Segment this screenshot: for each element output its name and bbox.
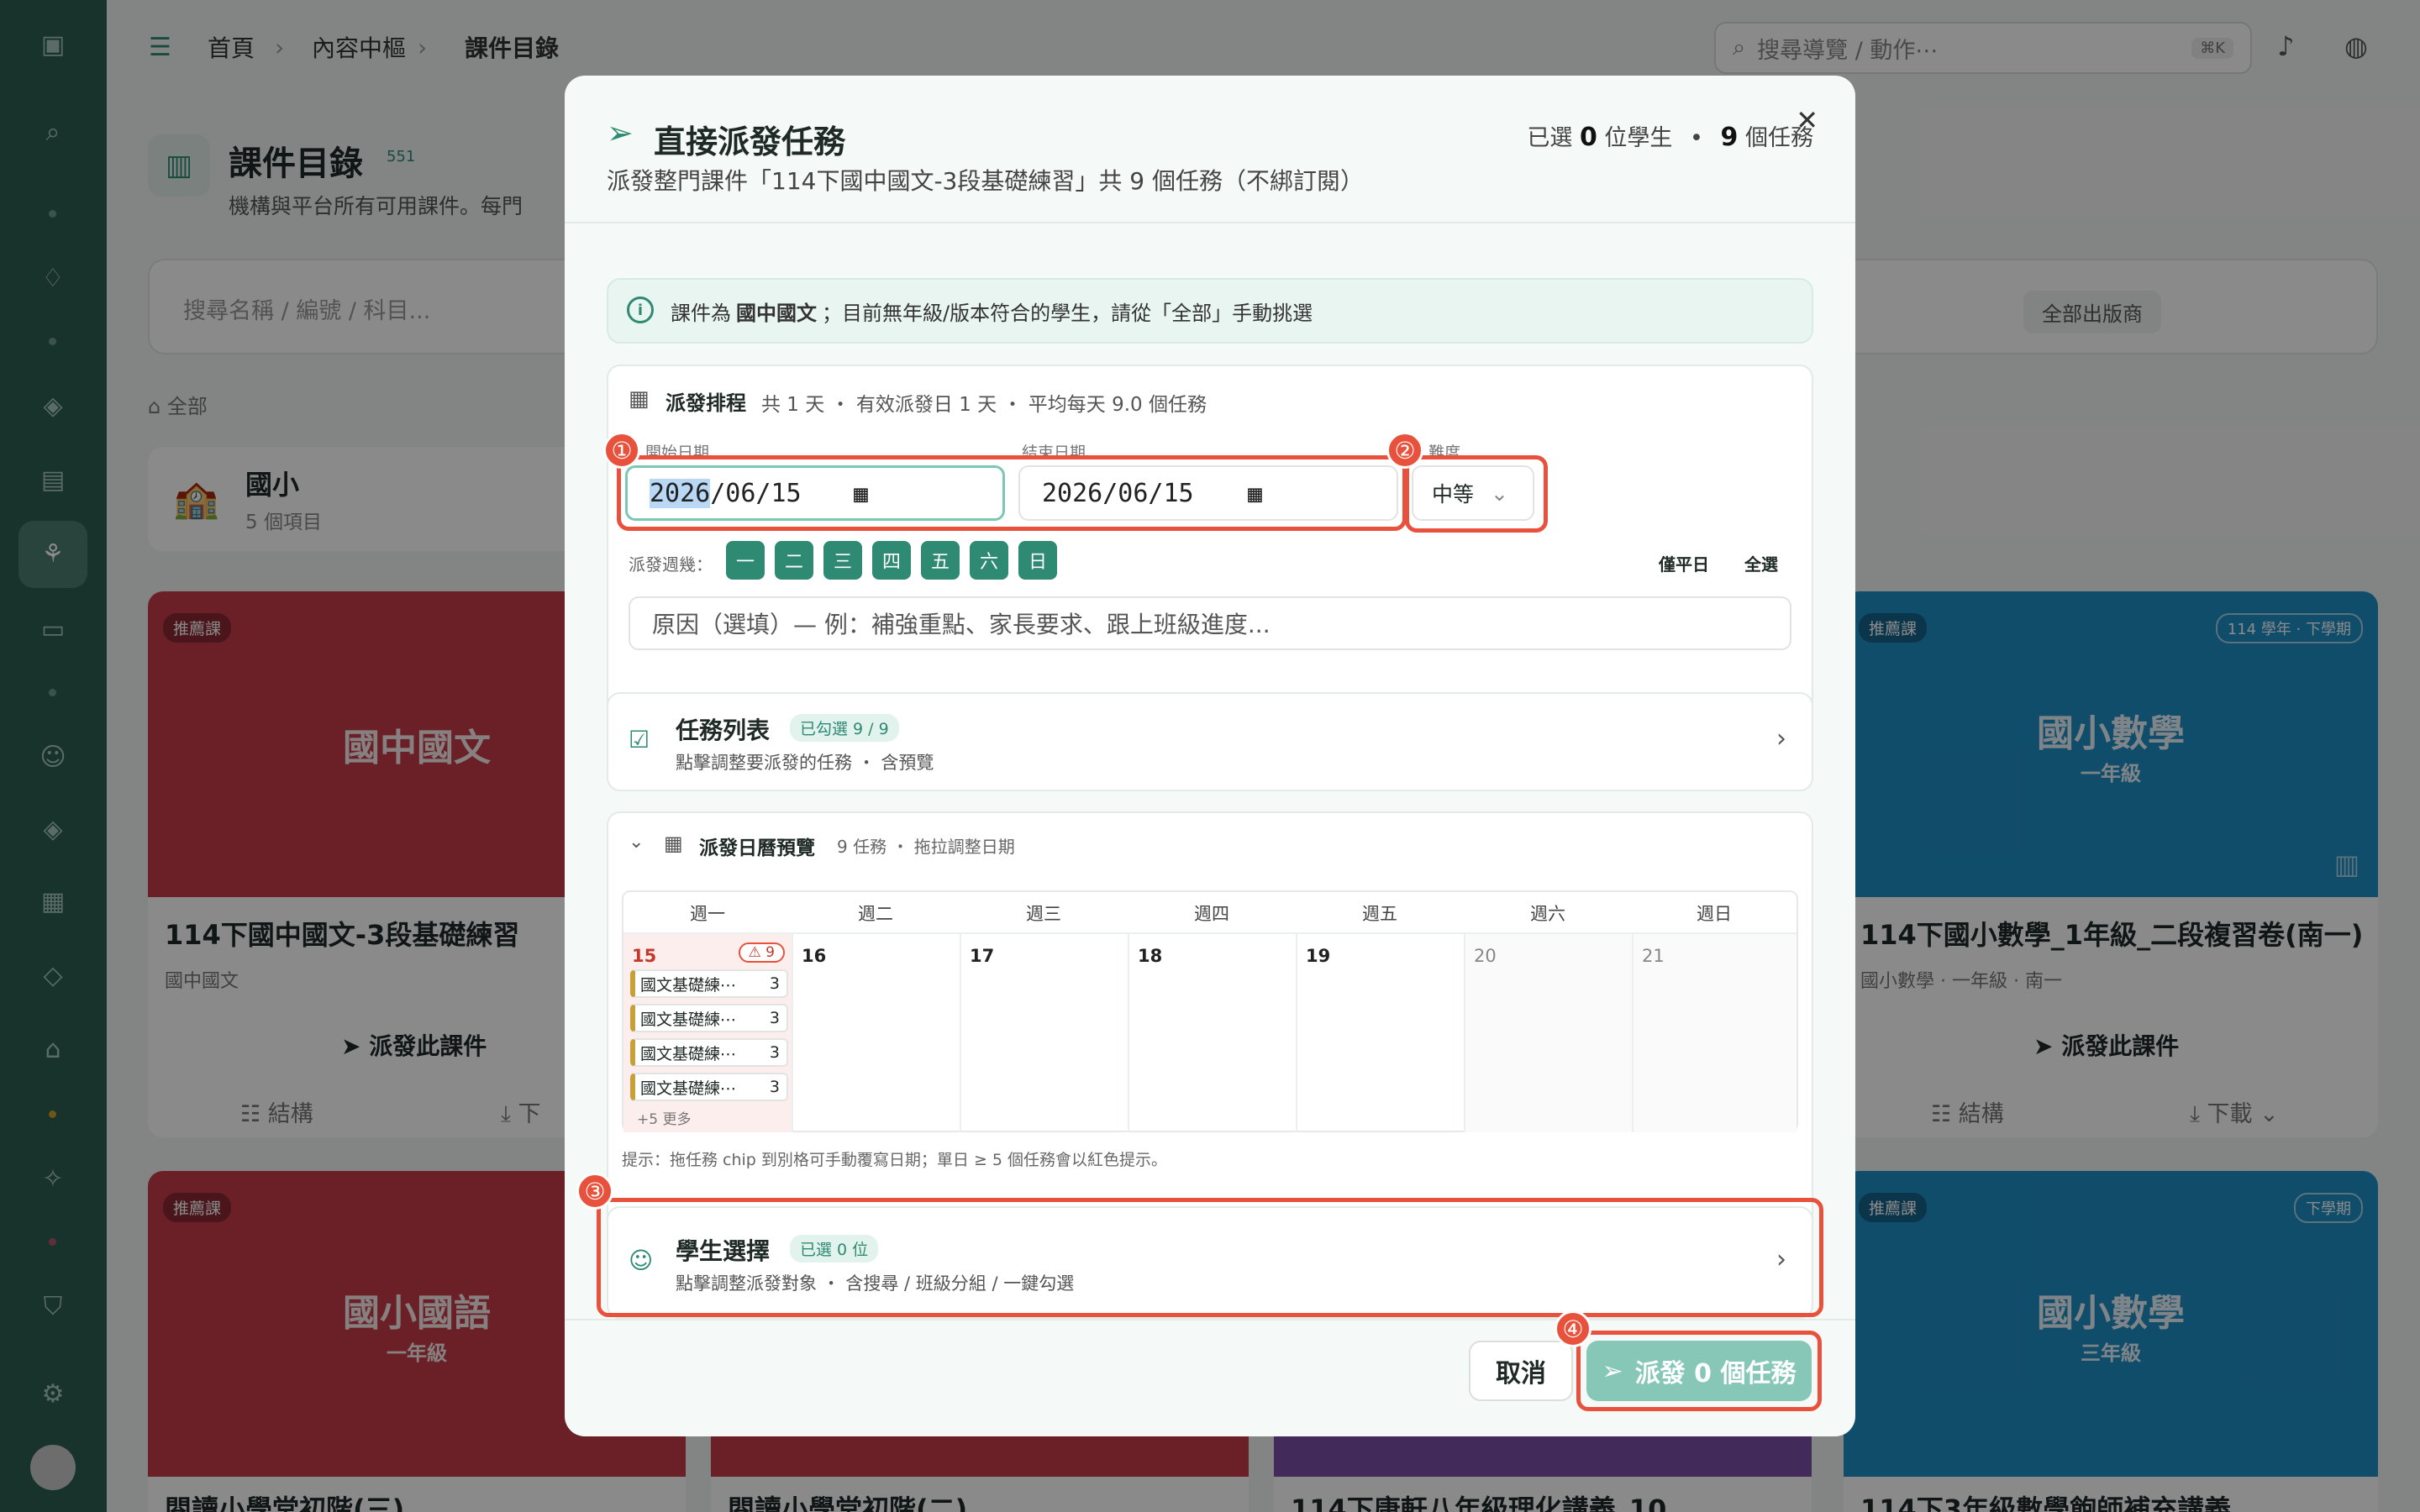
cancel-button[interactable]: 取消: [1469, 1341, 1573, 1401]
overload-warning-badge: ⚠ 9: [738, 942, 785, 963]
schedule-summary: 共 1 天 ・ 有效派發日 1 天 ・ 平均每天 9.0 個任務: [761, 394, 1207, 416]
calendar-icon: ▦: [664, 832, 683, 855]
warning-icon: ⚠: [748, 944, 761, 961]
modal-title: 直接派發任務: [654, 123, 846, 160]
highlight-students: [597, 1198, 1823, 1317]
weekday-mon-toggle[interactable]: 一: [726, 541, 765, 580]
students-selected-count: 0: [1579, 123, 1597, 152]
calendar-hint: 提示：拖任務 chip 到別格可手動覆寫日期；單日 ≥ 5 個任務會以紅色提示。: [622, 1151, 1168, 1169]
task-chip[interactable]: 國文基礎練⋯ 3: [630, 1038, 788, 1067]
weekday-wed-toggle[interactable]: 三: [823, 541, 862, 580]
task-chip-count: 3: [769, 1009, 780, 1027]
weekday-sat-toggle[interactable]: 六: [970, 541, 1008, 580]
info-banner: i 課件為 國中國文 ；目前無年級/版本符合的學生，請從「全部」手動挑選: [607, 278, 1813, 344]
task-list-desc: 點擊調整要派發的任務 ・ 含預覽: [676, 753, 934, 773]
calendar-header-wed: 週三: [1026, 904, 1061, 924]
step-badge-4: ④: [1555, 1310, 1591, 1347]
chevron-down-icon[interactable]: ⌄: [629, 832, 644, 853]
close-icon[interactable]: ✕: [1796, 104, 1818, 136]
weekday-fri-toggle[interactable]: 五: [921, 541, 960, 580]
calendar-day-number: 21: [1642, 946, 1665, 966]
task-chip[interactable]: 國文基礎練⋯ 3: [630, 969, 788, 998]
task-chip-count: 3: [769, 1078, 780, 1096]
calendar-header-fri: 週五: [1362, 904, 1397, 924]
calendar-header-mon: 週一: [690, 904, 725, 924]
calendar-icon: ▦: [629, 386, 650, 412]
task-list-badge: 已勾選 9 / 9: [790, 714, 899, 742]
schedule-label: 派發排程: [666, 391, 746, 415]
step-badge-3: ③: [576, 1173, 613, 1210]
calendar-header-thu: 週四: [1194, 904, 1229, 924]
calendar-day-number: 19: [1306, 946, 1331, 966]
send-icon: ➢: [607, 114, 634, 151]
weekday-tue-toggle[interactable]: 二: [775, 541, 813, 580]
calendar-preview-summary: 9 任務 ・ 拖拉調整日期: [837, 837, 1015, 857]
modal-subtitle: 派發整門課件「114下國中國文-3段基礎練習」共 9 個任務（不綁訂閱）: [607, 167, 1364, 195]
calendar-header-sun: 週日: [1697, 904, 1732, 924]
weekdays-only-button[interactable]: 僅平日: [1659, 551, 1709, 575]
checklist-icon: ☑: [629, 726, 650, 753]
task-chip-label: 國文基礎練⋯: [640, 1044, 737, 1063]
highlight-submit: [1576, 1331, 1822, 1411]
info-text-pre: 課件為: [671, 301, 731, 325]
info-subject: 國中國文: [736, 301, 817, 325]
step-badge-1: ①: [603, 432, 640, 469]
reason-placeholder: 原因（選填）— 例：補強重點、家長要求、跟上班級進度...: [652, 611, 1270, 638]
students-unit: 位學生: [1604, 125, 1673, 151]
select-all-days-button[interactable]: 全選: [1744, 551, 1778, 575]
calendar-day-number: 20: [1474, 946, 1497, 966]
calendar-day-cell[interactable]: 19: [1296, 934, 1464, 1132]
highlight-difficulty: [1405, 455, 1548, 533]
modal-header: ➢ 直接派發任務 派發整門課件「114下國中國文-3段基礎練習」共 9 個任務（…: [565, 76, 1855, 223]
calendar-header-tue: 週二: [858, 904, 893, 924]
calendar-day-number: 15: [632, 946, 657, 966]
calendar-day-number: 18: [1138, 946, 1163, 966]
calendar-day-cell[interactable]: 21: [1632, 934, 1797, 1132]
calendar-day-cell[interactable]: 16: [792, 934, 960, 1132]
selection-summary: 已選 0 位學生 • 9 個任務: [1527, 119, 1813, 152]
weekday-sun-toggle[interactable]: 日: [1018, 541, 1057, 580]
more-tasks-link[interactable]: +5 更多: [637, 1107, 691, 1128]
calendar-grid: 週一 週二 週三 週四 週五 週六 週日 15 ⚠ 9 國文基礎練⋯ 3 國文基礎…: [622, 890, 1798, 1132]
task-chip-label: 國文基礎練⋯: [640, 1079, 737, 1098]
summary-prefix: 已選: [1527, 125, 1573, 151]
dispatch-modal: ➢ 直接派發任務 派發整門課件「114下國中國文-3段基礎練習」共 9 個任務（…: [565, 76, 1855, 1436]
overload-count: 9: [765, 944, 775, 961]
tasks-total-count: 9: [1720, 123, 1739, 152]
calendar-day-cell[interactable]: 20: [1464, 934, 1632, 1132]
calendar-preview-title: 派發日曆預覽: [699, 837, 815, 859]
task-chip-label: 國文基礎練⋯: [640, 975, 737, 995]
task-chip[interactable]: 國文基礎練⋯ 3: [630, 1073, 788, 1101]
summary-separator: •: [1690, 125, 1703, 151]
calendar-day-number: 17: [970, 946, 995, 966]
calendar-day-number: 16: [802, 946, 827, 966]
calendar-day-cell[interactable]: 15 ⚠ 9 國文基礎練⋯ 3 國文基礎練⋯ 3 國文基礎練⋯ 3 國文基礎練⋯ 3 +…: [623, 934, 792, 1132]
step-badge-2: ②: [1386, 432, 1423, 469]
weekday-thu-toggle[interactable]: 四: [872, 541, 911, 580]
weekday-label: 派發週幾：: [629, 554, 713, 575]
info-text-post: ；目前無年級/版本符合的學生，請從「全部」手動挑選: [822, 301, 1313, 325]
task-chip-label: 國文基礎練⋯: [640, 1010, 737, 1029]
task-chip-count: 3: [769, 974, 780, 993]
task-list-title: 任務列表: [676, 717, 771, 744]
task-chip[interactable]: 國文基礎練⋯ 3: [630, 1004, 788, 1032]
highlight-dates: [617, 455, 1407, 531]
footer-divider: [565, 1319, 1855, 1320]
task-chip-count: 3: [769, 1043, 780, 1062]
info-icon: i: [627, 297, 654, 323]
task-list-panel[interactable]: ☑ 任務列表 已勾選 9 / 9 點擊調整要派發的任務 ・ 含預覽 ›: [607, 692, 1813, 791]
calendar-header-sat: 週六: [1530, 904, 1565, 924]
calendar-day-cell[interactable]: 17: [960, 934, 1128, 1132]
reason-input[interactable]: 原因（選填）— 例：補強重點、家長要求、跟上班級進度...: [629, 596, 1791, 650]
calendar-day-cell[interactable]: 18: [1128, 934, 1296, 1132]
chevron-right-icon: ›: [1776, 724, 1786, 753]
